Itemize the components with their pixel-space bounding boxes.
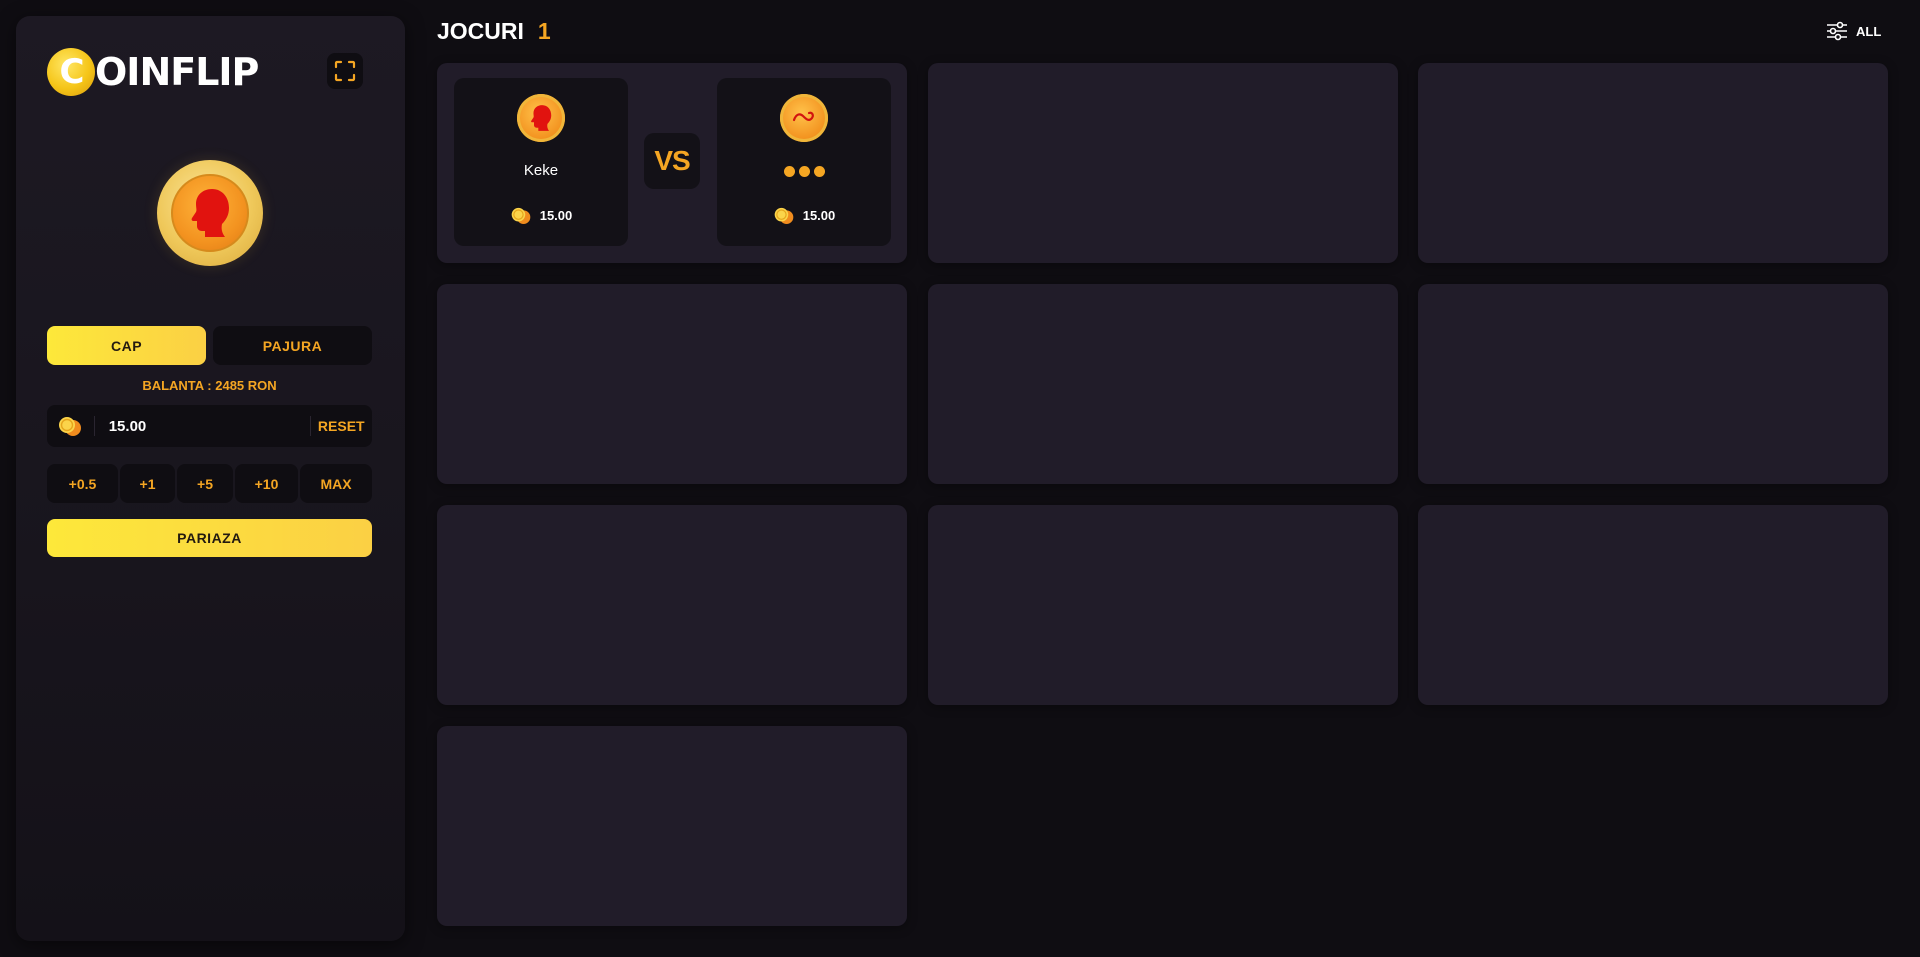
logo-text: OINFLIP [95,50,259,94]
app-logo: C OINFLIP [47,47,259,97]
empty-game-slot [437,726,907,926]
bet-amount-field: RESET [47,405,372,447]
empty-game-slot [928,505,1398,705]
quick-amount-buttons: +0.5 +1 +5 +10 MAX [47,464,372,503]
waiting-indicator [717,166,891,177]
player-slot-1: Keke 15.00 [454,78,628,246]
sidebar-panel: C OINFLIP CAP PAJURA BALANTA : 2485 RON [16,16,405,941]
tail-coin-icon [780,94,828,142]
filter-label: ALL [1856,23,1882,39]
player-bet-amount: 15.00 [454,206,628,225]
side-toggle-pajura[interactable]: PAJURA [213,326,372,365]
empty-game-slot [1418,63,1888,263]
coins-icon [774,207,794,224]
add-0.5-button[interactable]: +0.5 [47,464,118,503]
head-profile-icon [191,189,229,237]
add-5-button[interactable]: +5 [177,464,233,503]
empty-game-slot [928,63,1398,263]
bet-amount-text: 15.00 [539,208,573,223]
head-coin-face [171,174,249,252]
place-bet-button[interactable]: PARIAZA [47,519,372,557]
player-bet-amount: 15.00 [717,206,891,225]
empty-game-slot [928,284,1398,484]
page-title-text: JOCURI [437,17,524,44]
vs-badge: VS [644,133,700,189]
games-count: 1 [537,17,551,44]
fullscreen-button[interactable] [327,53,363,89]
player-slot-2: 15.00 [717,78,891,246]
side-toggle-cap[interactable]: CAP [47,326,206,365]
empty-game-slot [437,505,907,705]
add-1-button[interactable]: +1 [120,464,175,503]
head-coin-icon [517,94,565,142]
logo-letter: C [59,52,85,92]
max-button[interactable]: MAX [300,464,372,503]
bet-amount-input[interactable] [94,417,310,435]
fullscreen-icon [334,60,356,82]
page-title: JOCURI 1 [437,16,551,46]
coins-icon [47,405,94,447]
filter-button[interactable]: ALL [1826,18,1881,44]
empty-game-slot [1418,505,1888,705]
selected-side-coin [157,160,263,266]
logo-coin-icon: C [47,48,95,96]
coins-icon [511,207,531,224]
reset-button[interactable]: RESET [311,405,372,447]
player-name: Keke [523,162,559,179]
empty-game-slot [437,284,907,484]
empty-game-slot [1418,284,1888,484]
bet-amount-text: 15.00 [802,208,836,223]
filter-sliders-icon [1827,21,1847,41]
balance-label: BALANTA : 2485 RON [142,378,277,393]
game-card[interactable]: Keke 15.00 VS 15.00 [437,63,907,263]
add-10-button[interactable]: +10 [235,464,298,503]
